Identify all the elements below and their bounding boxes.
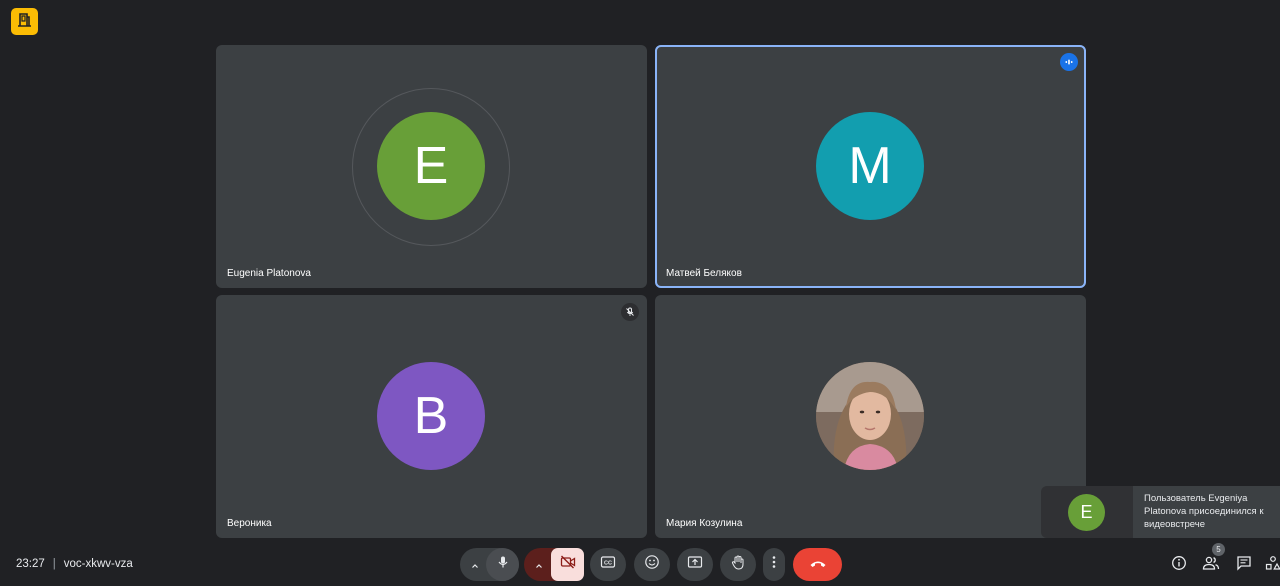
notification-message: Пользователь Evgeniya Platonova присоеди… <box>1144 493 1264 530</box>
meet-door-icon <box>17 12 32 32</box>
people-button[interactable] <box>1201 555 1221 575</box>
mic-button[interactable] <box>486 548 519 581</box>
raise-hand-button[interactable] <box>720 548 756 581</box>
camera-control-group <box>524 548 584 581</box>
meeting-info: 23:27 | voc-xkwv-vza <box>16 558 133 570</box>
people-icon <box>1202 555 1220 576</box>
more-options-button[interactable] <box>763 548 785 581</box>
join-notification: E Пользователь Evgeniya Platonova присое… <box>1041 486 1280 538</box>
participant-name: Матвей Беляков <box>666 268 742 279</box>
clock: 23:27 <box>16 558 45 570</box>
camera-button[interactable] <box>551 548 584 581</box>
participant-tile-eugenia[interactable]: E Eugenia Platonova <box>216 45 647 288</box>
mic-control-group <box>460 548 519 581</box>
present-icon <box>687 555 703 574</box>
svg-text:CC: CC <box>604 561 612 567</box>
meeting-details-button[interactable] <box>1169 555 1189 575</box>
avatar: E <box>377 112 485 220</box>
meet-logo[interactable] <box>11 8 38 35</box>
participant-tile-veronika[interactable]: B Вероника <box>216 295 647 538</box>
info-icon <box>1171 555 1187 576</box>
avatar: E <box>1068 494 1105 531</box>
profile-photo <box>816 362 924 470</box>
activities-icon <box>1265 555 1280 575</box>
mic-off-icon <box>621 303 639 321</box>
participant-name: Eugenia Platonova <box>227 268 311 279</box>
emoji-button[interactable] <box>634 548 670 581</box>
separator: | <box>52 558 56 570</box>
camera-off-icon <box>560 555 576 574</box>
chat-button[interactable] <box>1234 555 1254 575</box>
captions-button[interactable]: CC <box>590 548 626 581</box>
raise-hand-icon <box>730 554 746 575</box>
more-vert-icon <box>772 555 776 574</box>
end-call-icon <box>809 556 827 574</box>
avatar: B <box>377 362 485 470</box>
end-call-button[interactable] <box>793 548 842 581</box>
captions-icon: CC <box>600 555 616 574</box>
mic-icon <box>496 555 510 574</box>
participant-name: Мария Козулина <box>666 518 743 529</box>
chevron-up-icon[interactable] <box>534 558 544 576</box>
participant-tile-matvey[interactable]: M Матвей Беляков <box>655 45 1086 288</box>
audio-level-icon <box>1060 53 1078 71</box>
present-button[interactable] <box>677 548 713 581</box>
chat-icon <box>1236 555 1252 576</box>
chevron-up-icon[interactable] <box>470 558 480 576</box>
participant-tile-maria[interactable]: Мария Козулина <box>655 295 1086 538</box>
meeting-code: voc-xkwv-vza <box>63 558 133 570</box>
notification-avatar-area: E <box>1041 486 1133 538</box>
participant-name: Вероника <box>227 518 272 529</box>
avatar: M <box>816 112 924 220</box>
emoji-icon <box>644 554 660 575</box>
activities-button[interactable] <box>1265 555 1280 575</box>
